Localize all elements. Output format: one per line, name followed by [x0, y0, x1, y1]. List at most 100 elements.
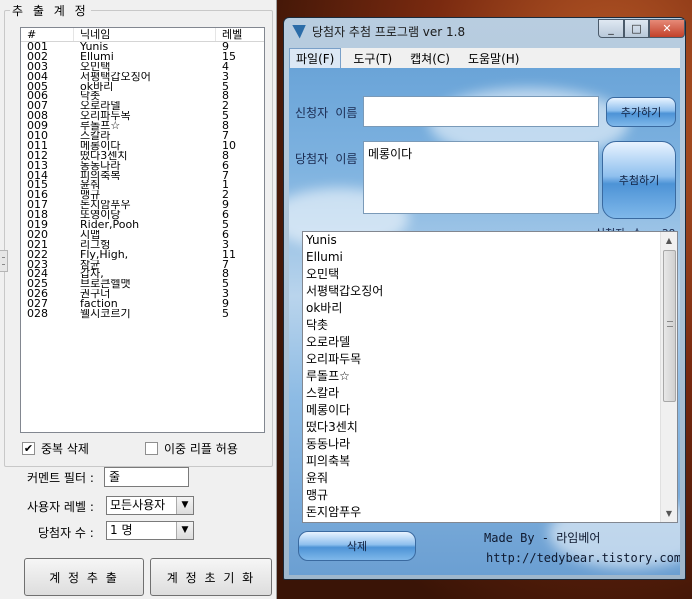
table-row[interactable]: 011 메롱이다 10 [21, 141, 264, 151]
table-row[interactable]: 010 스칼라 7 [21, 131, 264, 141]
list-item[interactable]: 메롱이다 [303, 402, 677, 419]
table-row[interactable]: 014 피의축복 7 [21, 171, 264, 181]
list-item[interactable]: ok바리 [303, 300, 677, 317]
delete-button[interactable]: 삭제 [298, 531, 416, 561]
user-level-value: 모든사용자 [110, 498, 166, 512]
menu-tools[interactable]: 도구(T) [347, 49, 398, 68]
account-listview[interactable]: # 닉네임 레벨 001 Yunis 9 002 Ellumi 15 003 오민택 4 004 서… [20, 27, 265, 433]
table-row[interactable]: 002 Ellumi 15 [21, 52, 264, 62]
table-row[interactable]: 026 권구너 3 [21, 289, 264, 299]
check-icon: ✔ [22, 442, 35, 455]
maximize-icon: □ [631, 22, 642, 35]
dup-delete-checkbox[interactable]: ✔ 중복 삭제 [22, 440, 89, 457]
table-row[interactable]: 022 Fly,High, 11 [21, 250, 264, 260]
menu-file[interactable]: 파일(F) [289, 47, 342, 69]
table-row[interactable]: 027 faction 9 [21, 299, 264, 309]
row-nickname: 스칼라 [80, 131, 111, 141]
table-row[interactable]: 021 리그헝 3 [21, 240, 264, 250]
table-row[interactable]: 015 윤줘 1 [21, 180, 264, 190]
row-nickname: 루돌프☆ [80, 121, 121, 132]
table-row[interactable]: 001 Yunis 9 [21, 42, 264, 52]
table-row[interactable]: 009 루돌프☆ 8 [21, 121, 264, 131]
applicant-listbox[interactable]: Yunis Ellumi 오민택 서평택갑오징어 ok바리 닥촛 오로라델 오리파두목 루돌프☆… [302, 231, 678, 523]
column-header-nickname[interactable]: 닉네임 [74, 28, 216, 41]
applicant-name-label: 신청자 이름 [295, 106, 358, 120]
maximize-button[interactable]: □ [624, 19, 649, 38]
list-item[interactable]: 서평택갑오징어 [303, 283, 677, 300]
table-row[interactable]: 023 참균 7 [21, 260, 264, 270]
scroll-up-icon[interactable]: ▲ [661, 232, 677, 249]
table-row[interactable]: 025 브로큰헬맷 5 [21, 279, 264, 289]
list-item[interactable]: Ellumi [303, 249, 677, 266]
applicant-list-body: Yunis Ellumi 오민택 서평택갑오징어 ok바리 닥촛 오로라델 오리파두목 루돌프☆… [303, 232, 677, 521]
column-header-level[interactable]: 레벨 [216, 28, 264, 41]
user-level-select[interactable]: 모든사용자 ▼ [106, 496, 194, 515]
table-row[interactable]: 020 시맵 6 [21, 230, 264, 240]
chevron-down-icon[interactable]: ▼ [176, 497, 193, 514]
comment-filter-input[interactable]: 줄 [104, 467, 189, 487]
row-nickname: 시맵 [80, 229, 101, 240]
winners-count-label: 당첨자 수 : [38, 526, 94, 540]
table-row[interactable]: 005 ok바리 5 [21, 82, 264, 92]
double-reply-label: 이중 리플 허용 [164, 442, 238, 456]
panel-splitter-handle[interactable] [0, 250, 8, 272]
table-row[interactable]: 003 오민택 4 [21, 62, 264, 72]
list-item[interactable]: 스칼라 [303, 385, 677, 402]
table-row[interactable]: 004 서평택갑오징어 3 [21, 72, 264, 82]
lottery-window: 당첨자 추첨 프로그램 ver 1.8 _ □ ✕ 파일(F) 도구(T) 캡쳐… [283, 17, 686, 580]
scroll-down-icon[interactable]: ▼ [661, 505, 677, 522]
row-nickname: Rider,Pooh [80, 220, 140, 230]
list-item[interactable]: 동동나라 [303, 436, 677, 453]
table-row[interactable]: 007 오로라델 2 [21, 101, 264, 111]
vertical-scrollbar[interactable]: ▲ ▼ [660, 232, 677, 522]
row-number: 010 [27, 131, 48, 141]
list-item[interactable]: 루돌프☆ [303, 368, 677, 385]
table-row[interactable]: 017 돈지암푸우 9 [21, 200, 264, 210]
row-nickname: faction [80, 299, 118, 310]
list-item[interactable]: 맹규 [303, 487, 677, 504]
row-number: 019 [27, 220, 48, 230]
draw-button[interactable]: 추첨하기 [602, 141, 676, 219]
table-row[interactable]: 019 Rider,Pooh 5 [21, 220, 264, 230]
row-nickname: Yunis [80, 42, 109, 52]
table-row[interactable]: 006 닥촛 8 [21, 91, 264, 101]
table-row[interactable]: 012 떴다3센치 8 [21, 151, 264, 161]
row-level: 1 [222, 180, 229, 191]
list-item[interactable]: Yunis [303, 232, 677, 249]
window-title: 당첨자 추첨 프로그램 ver 1.8 [312, 25, 466, 39]
row-level: 4 [222, 61, 229, 72]
table-row[interactable]: 008 오리파두목 5 [21, 111, 264, 121]
list-item[interactable]: 윤줘 [303, 470, 677, 487]
list-item[interactable]: 떴다3센치 [303, 419, 677, 436]
list-item[interactable]: 닥촛 [303, 317, 677, 334]
menu-capture[interactable]: 캡쳐(C) [404, 49, 456, 68]
list-item[interactable]: 오민택 [303, 266, 677, 283]
reset-accounts-button[interactable]: 계 정 초 기 화 [150, 558, 272, 596]
table-row[interactable]: 016 맹규 2 [21, 190, 264, 200]
double-reply-checkbox[interactable]: 이중 리플 허용 [145, 440, 238, 457]
row-level: 10 [222, 140, 236, 151]
row-nickname: Ellumi [80, 51, 114, 62]
extract-accounts-button[interactable]: 계 정 추 출 [24, 558, 144, 596]
user-level-label: 사용자 레벨 : [27, 500, 94, 514]
table-row[interactable]: 018 또영이당 6 [21, 210, 264, 220]
add-button[interactable]: 추가하기 [606, 97, 676, 127]
chevron-down-icon[interactable]: ▼ [176, 522, 193, 539]
menu-help[interactable]: 도움말(H) [462, 49, 526, 68]
list-item[interactable]: 오로라델 [303, 334, 677, 351]
app-icon [292, 24, 306, 39]
column-header-number[interactable]: # [21, 28, 74, 41]
minimize-button[interactable]: _ [598, 19, 624, 38]
scroll-thumb[interactable] [663, 250, 676, 402]
table-row[interactable]: 024 갑자, 8 [21, 269, 264, 279]
list-item[interactable]: 피의축복 [303, 453, 677, 470]
list-item[interactable]: 오리파두목 [303, 351, 677, 368]
winners-count-select[interactable]: 1 명 ▼ [106, 521, 194, 540]
table-row[interactable]: 013 동동나라 6 [21, 161, 264, 171]
row-nickname: 서평택갑오징어 [80, 71, 151, 82]
table-row[interactable]: 028 웰시코르기 5 [21, 309, 264, 319]
applicant-name-input[interactable] [363, 96, 599, 127]
row-level: 3 [222, 71, 229, 82]
close-button[interactable]: ✕ [649, 19, 685, 38]
list-item[interactable]: 돈지암푸우 [303, 504, 677, 521]
